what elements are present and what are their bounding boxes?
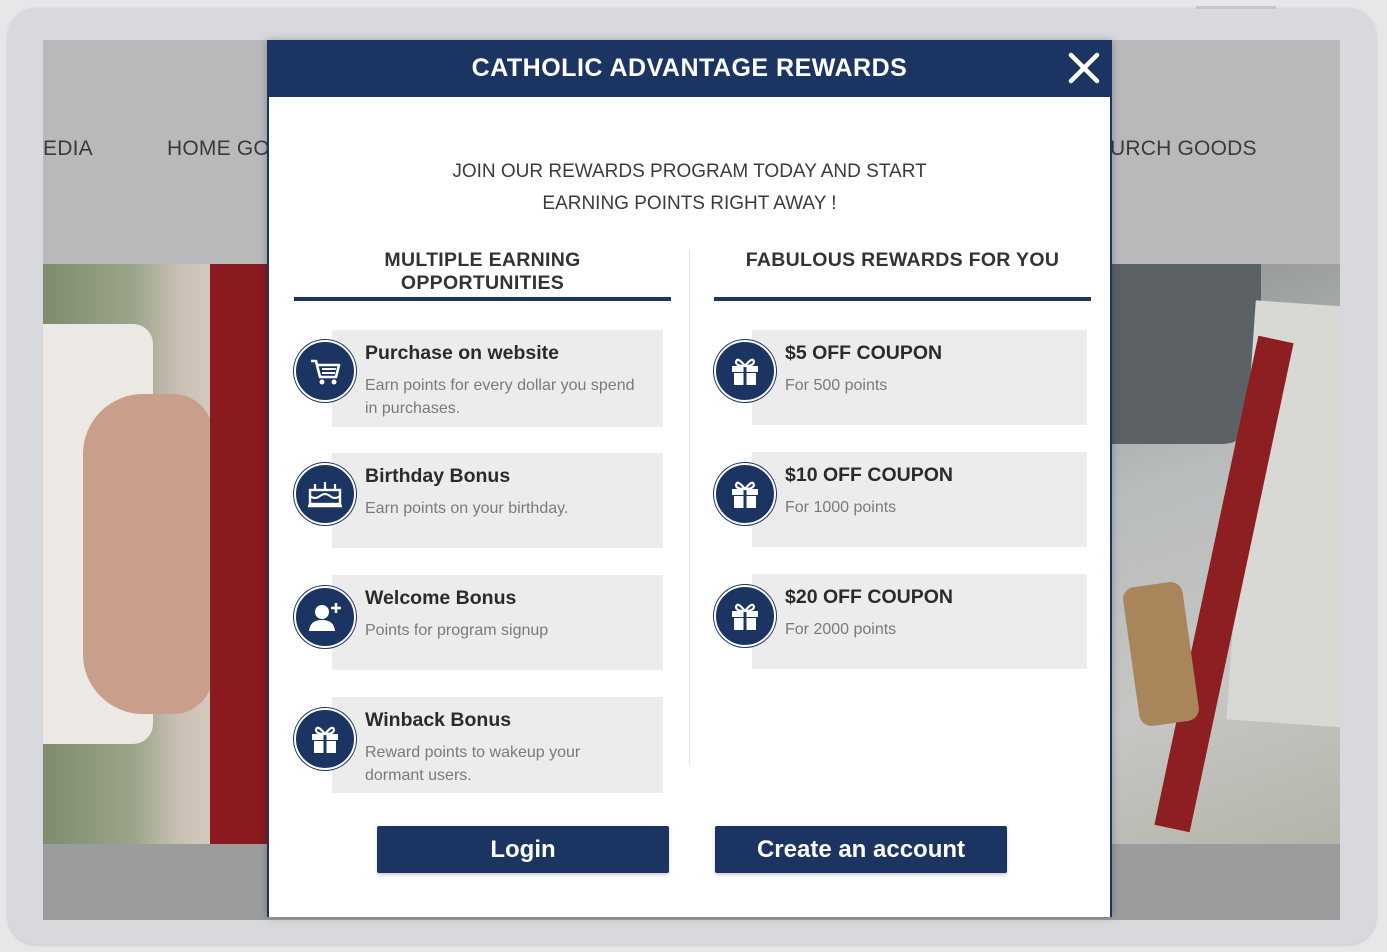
earning-tile-birthday: Birthday Bonus Earn points on your birth… bbox=[332, 453, 663, 548]
gift-icon-badge bbox=[714, 585, 776, 647]
create-account-button[interactable]: Create an account bbox=[715, 826, 1007, 873]
tile-description: For 500 points bbox=[785, 377, 888, 394]
reward-tile-20-off: $20 OFF COUPON For 2000 points bbox=[752, 574, 1087, 669]
tile-title: $20 OFF COUPON bbox=[785, 586, 953, 608]
tile-description: Points for program signup bbox=[365, 622, 549, 639]
intro-line-1: JOIN OUR REWARDS PROGRAM TODAY AND START bbox=[452, 161, 927, 182]
tile-title: $5 OFF COUPON bbox=[785, 342, 943, 364]
tray-shape bbox=[1111, 264, 1261, 444]
tile-title: Birthday Bonus bbox=[365, 465, 511, 487]
tile-title: Purchase on website bbox=[365, 342, 559, 364]
tile-title: Welcome Bonus bbox=[365, 587, 517, 609]
tile-title: $10 OFF COUPON bbox=[785, 464, 953, 486]
hero-image-right bbox=[1111, 264, 1340, 844]
column-divider bbox=[689, 250, 690, 765]
gift-icon-badge bbox=[714, 463, 776, 525]
intro-text: JOIN OUR REWARDS PROGRAM TODAY AND START… bbox=[269, 156, 1110, 220]
gift-icon bbox=[312, 726, 338, 753]
tile-description: For 1000 points bbox=[785, 499, 897, 516]
gold-card-shape bbox=[1121, 580, 1201, 728]
left-column-rule bbox=[294, 297, 671, 301]
login-button[interactable]: Login bbox=[377, 826, 669, 873]
gift-icon-badge bbox=[294, 708, 356, 770]
earning-tile-winback: Winback Bonus Reward points to wakeup yo… bbox=[332, 697, 663, 793]
modal-header: CATHOLIC ADVANTAGE REWARDS bbox=[267, 40, 1112, 97]
cart-icon-badge bbox=[294, 340, 356, 402]
nav-item-church-goods[interactable]: URCH GOODS bbox=[1110, 137, 1257, 161]
close-button[interactable] bbox=[1066, 50, 1102, 86]
earning-tile-welcome: Welcome Bonus Points for program signup bbox=[332, 575, 663, 670]
rewards-modal: CATHOLIC ADVANTAGE REWARDS JOIN OUR REWA… bbox=[267, 40, 1112, 917]
cake-icon-badge bbox=[294, 463, 356, 525]
modal-title: CATHOLIC ADVANTAGE REWARDS bbox=[471, 54, 908, 82]
right-column-rule bbox=[714, 297, 1091, 301]
tile-description: Reward points to wakeup your dormant use… bbox=[365, 744, 581, 784]
cart-icon bbox=[311, 359, 341, 385]
nav-item-media[interactable]: EDIA bbox=[43, 137, 93, 161]
tile-description: Earn points on your birthday. bbox=[365, 500, 569, 517]
intro-line-2: EARNING POINTS RIGHT AWAY ! bbox=[542, 193, 837, 214]
scroll-handle bbox=[1196, 6, 1276, 9]
nav-item-home-goods[interactable]: HOME GO bbox=[167, 137, 270, 161]
left-column-title-line-2: OPPORTUNITIES bbox=[400, 272, 565, 294]
earning-tile-purchase: Purchase on website Earn points for ever… bbox=[332, 330, 663, 427]
hand-shape bbox=[83, 394, 213, 714]
reward-tile-10-off: $10 OFF COUPON For 1000 points bbox=[752, 452, 1087, 547]
gift-icon-badge bbox=[714, 340, 776, 402]
hero-image-left bbox=[43, 264, 268, 844]
gift-icon bbox=[732, 603, 758, 630]
tile-description: For 2000 points bbox=[785, 621, 897, 638]
left-column-title: MULTIPLE EARNING OPPORTUNITIES bbox=[294, 249, 671, 295]
close-icon bbox=[1068, 52, 1100, 84]
left-column-title-line-1: MULTIPLE EARNING bbox=[384, 249, 581, 271]
gift-icon bbox=[732, 358, 758, 385]
tile-title: Winback Bonus bbox=[365, 709, 512, 731]
user-add-icon bbox=[309, 603, 341, 631]
tile-description: Earn points for every dollar you spend i… bbox=[365, 377, 635, 417]
right-column-title: FABULOUS REWARDS FOR YOU bbox=[745, 249, 1060, 271]
cake-icon bbox=[308, 482, 342, 508]
gift-icon bbox=[732, 481, 758, 508]
red-panel bbox=[210, 264, 268, 844]
reward-tile-5-off: $5 OFF COUPON For 500 points bbox=[752, 330, 1087, 425]
user-add-icon-badge bbox=[294, 586, 356, 648]
